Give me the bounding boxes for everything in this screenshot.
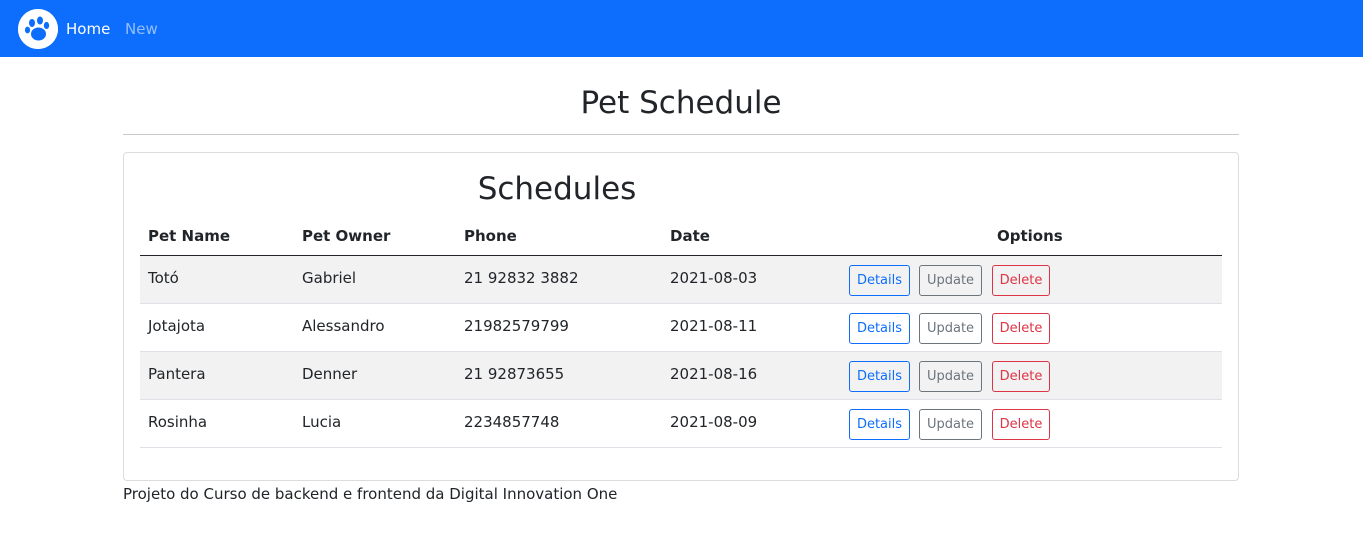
update-button[interactable]: Update xyxy=(919,361,982,392)
cell-pet-owner: Gabriel xyxy=(302,269,357,287)
delete-button[interactable]: Delete xyxy=(992,361,1050,392)
table-row: Pantera Denner 21 92873655 2021-08-16 De… xyxy=(140,352,1222,400)
update-button[interactable]: Update xyxy=(919,313,982,344)
cell-date: 2021-08-03 xyxy=(670,269,758,287)
cell-date: 2021-08-09 xyxy=(670,413,758,431)
column-header-options: Options xyxy=(997,227,1063,245)
details-button[interactable]: Details xyxy=(849,409,910,440)
cell-phone: 21 92832 3882 xyxy=(464,269,579,287)
cell-pet-owner: Denner xyxy=(302,365,358,383)
title-divider xyxy=(123,134,1239,135)
cell-phone: 21982579799 xyxy=(464,317,569,335)
column-header-date: Date xyxy=(670,227,710,245)
delete-button[interactable]: Delete xyxy=(992,265,1050,296)
table-row: Jotajota Alessandro 21982579799 2021-08-… xyxy=(140,304,1222,352)
delete-button[interactable]: Delete xyxy=(992,313,1050,344)
nav-link-home[interactable]: Home xyxy=(66,20,110,38)
card-title: Schedules xyxy=(477,171,637,207)
update-button[interactable]: Update xyxy=(919,409,982,440)
page-title: Pet Schedule xyxy=(580,85,782,121)
cell-date: 2021-08-16 xyxy=(670,365,758,383)
column-header-pet-name: Pet Name xyxy=(148,227,231,245)
cell-phone: 2234857748 xyxy=(464,413,560,431)
table-row: Rosinha Lucia 2234857748 2021-08-09 Deta… xyxy=(140,400,1222,448)
cell-pet-name: Pantera xyxy=(148,365,206,383)
cell-pet-name: Jotajota xyxy=(148,317,206,335)
top-navbar: Home New xyxy=(0,0,1363,57)
table-row: Totó Gabriel 21 92832 3882 2021-08-03 De… xyxy=(140,256,1222,304)
delete-button[interactable]: Delete xyxy=(992,409,1050,440)
paw-icon[interactable] xyxy=(18,9,58,49)
cell-pet-owner: Alessandro xyxy=(302,317,385,335)
footer-text: Projeto do Curso de backend e frontend d… xyxy=(123,485,618,503)
cell-pet-name: Rosinha xyxy=(148,413,208,431)
update-button[interactable]: Update xyxy=(919,265,982,296)
cell-pet-owner: Lucia xyxy=(302,413,342,431)
details-button[interactable]: Details xyxy=(849,361,910,392)
details-button[interactable]: Details xyxy=(849,313,910,344)
nav-link-new[interactable]: New xyxy=(125,20,158,38)
cell-date: 2021-08-11 xyxy=(670,317,758,335)
details-button[interactable]: Details xyxy=(849,265,910,296)
cell-pet-name: Totó xyxy=(148,269,179,287)
column-header-pet-owner: Pet Owner xyxy=(302,227,391,245)
cell-phone: 21 92873655 xyxy=(464,365,565,383)
column-header-phone: Phone xyxy=(464,227,517,245)
